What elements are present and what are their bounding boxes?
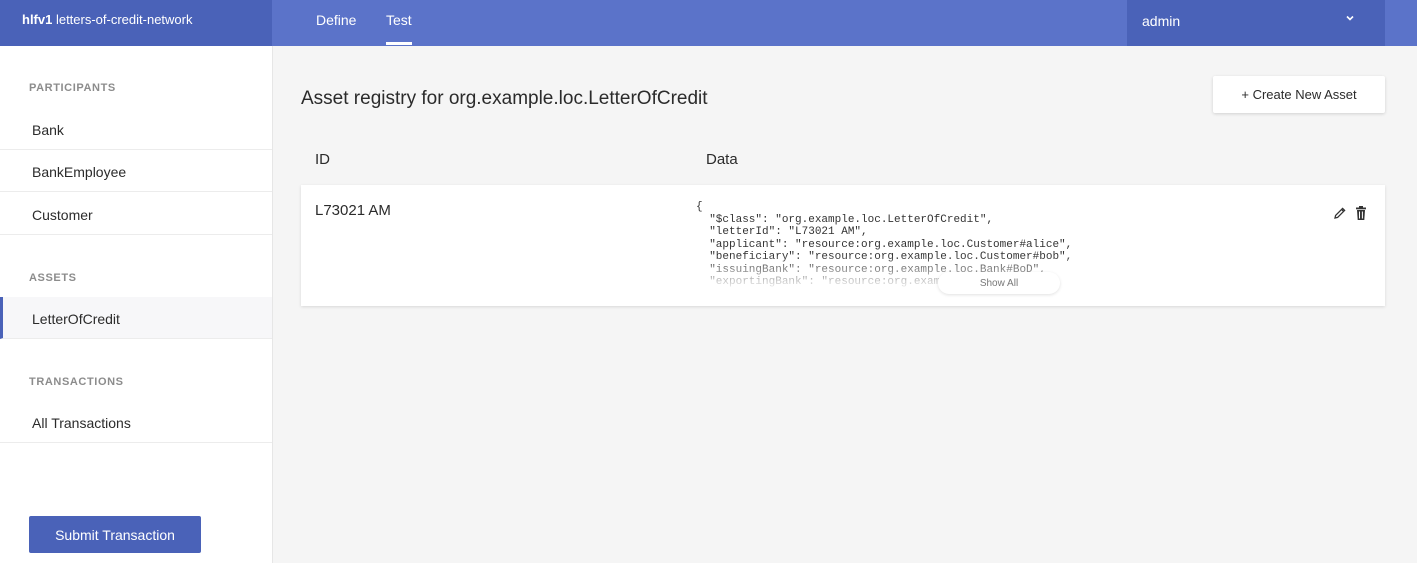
trash-icon[interactable]: [1353, 205, 1369, 221]
app-brand: hlfv1 letters-of-credit-network: [0, 0, 272, 46]
tab-define[interactable]: Define: [316, 12, 356, 28]
submit-transaction-button[interactable]: Submit Transaction: [29, 516, 201, 553]
sidebar-item-letterofcredit[interactable]: LetterOfCredit: [0, 297, 272, 339]
sidebar-item-customer[interactable]: Customer: [0, 193, 272, 235]
top-navbar: hlfv1 letters-of-credit-network Define T…: [0, 0, 1417, 46]
brand-bold: hlfv1: [22, 12, 53, 27]
transactions-section-label: TRANSACTIONS: [29, 376, 124, 388]
sidebar: PARTICIPANTS Bank BankEmployee Customer …: [0, 46, 273, 563]
brand-network-name: letters-of-credit-network: [52, 12, 193, 27]
sidebar-item-bankemployee[interactable]: BankEmployee: [0, 150, 272, 192]
pencil-icon[interactable]: [1332, 205, 1348, 221]
create-new-asset-button[interactable]: + Create New Asset: [1213, 76, 1385, 113]
sidebar-item-bank[interactable]: Bank: [0, 108, 272, 150]
chevron-down-icon: [1346, 15, 1354, 21]
asset-id: L73021 AM: [315, 202, 391, 219]
page-title: Asset registry for org.example.loc.Lette…: [301, 88, 708, 109]
column-header-data: Data: [706, 151, 738, 168]
participants-section-label: PARTICIPANTS: [29, 82, 116, 94]
user-dropdown[interactable]: admin: [1127, 0, 1385, 46]
sidebar-item-all-transactions[interactable]: All Transactions: [0, 401, 272, 443]
user-name: admin: [1142, 13, 1181, 29]
tab-test[interactable]: Test: [386, 12, 412, 45]
table-row: L73021 AM { "$class": "org.example.loc.L…: [301, 185, 1385, 306]
column-header-id: ID: [315, 151, 330, 168]
assets-section-label: ASSETS: [29, 272, 77, 284]
show-all-button[interactable]: Show All: [938, 272, 1060, 294]
